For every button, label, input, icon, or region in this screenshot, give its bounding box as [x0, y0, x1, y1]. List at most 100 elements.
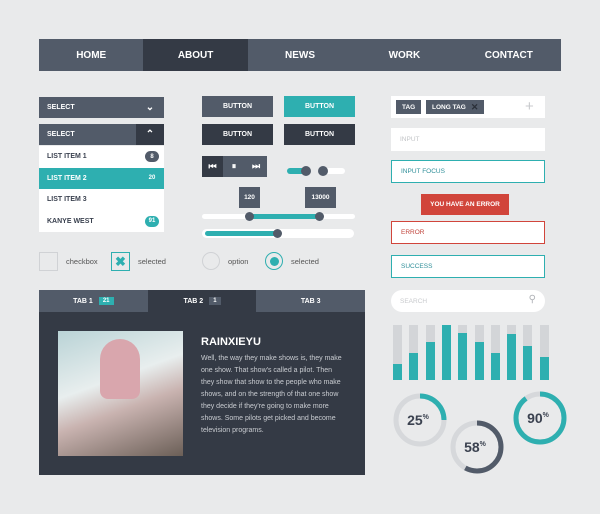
error-tooltip: YOU HAVE AN ERROR: [421, 194, 509, 215]
toggle-off[interactable]: [318, 166, 345, 176]
bar: [507, 325, 517, 380]
tab-label: TAB 1: [73, 297, 93, 305]
donut-label: 58%: [464, 439, 487, 455]
checkbox-checked[interactable]: ✖: [111, 252, 130, 271]
list-item-label: LIST ITEM 1: [47, 153, 87, 161]
bar: [474, 325, 484, 380]
tab-1[interactable]: TAB 1 21: [39, 290, 148, 312]
tab-badge: 21: [98, 297, 114, 305]
range-high-tooltip: 13000: [305, 187, 336, 208]
bar-fill: [409, 352, 419, 380]
nav-work[interactable]: WORK: [352, 39, 456, 71]
list-item[interactable]: KANYE WEST 91: [39, 211, 164, 233]
list-item-badge: 8: [145, 151, 159, 163]
input-error[interactable]: ERROR: [391, 221, 545, 244]
input-success[interactable]: SUCCESS: [391, 255, 545, 278]
nav-home[interactable]: HOME: [39, 39, 143, 71]
bar: [425, 325, 435, 380]
bar: [490, 325, 500, 380]
select-label: SELECT: [47, 104, 75, 111]
nav-news[interactable]: NEWS: [248, 39, 352, 71]
button-slate[interactable]: BUTTON: [202, 96, 273, 117]
tag[interactable]: TAG: [396, 100, 422, 114]
input-field[interactable]: INPUT: [391, 128, 545, 151]
search-placeholder: SEARCH: [400, 297, 428, 305]
tag[interactable]: LONG TAG ✕: [426, 100, 485, 114]
select-open[interactable]: SELECT ⌃: [39, 124, 164, 145]
search-icon[interactable]: ⚲: [529, 294, 536, 305]
list-item[interactable]: LIST ITEM 2 20: [39, 167, 164, 189]
tag-label: TAG: [402, 103, 416, 111]
tab-3[interactable]: TAB 3: [256, 290, 366, 312]
input-focus[interactable]: INPUT FOCUS: [391, 160, 545, 183]
progress-handle[interactable]: [273, 229, 282, 238]
toggle-on[interactable]: [287, 166, 311, 176]
select-closed[interactable]: SELECT ⌄: [39, 97, 164, 118]
bar: [393, 325, 402, 380]
button-dark[interactable]: BUTTON: [202, 124, 273, 145]
bar-fill: [441, 325, 451, 380]
add-icon[interactable]: +: [525, 98, 534, 115]
radio-selected[interactable]: [265, 252, 283, 270]
profile-image: [58, 331, 183, 456]
range-high-handle[interactable]: [315, 212, 324, 221]
previous-icon[interactable]: ⏮: [202, 156, 223, 177]
search-input[interactable]: SEARCH ⚲: [391, 290, 545, 312]
list-item[interactable]: LIST ITEM 3: [39, 189, 164, 211]
range-track: [202, 214, 355, 219]
x-check-icon: ✖: [115, 253, 126, 269]
portrait-figure: [100, 339, 140, 399]
checkbox-label: checkbox: [66, 257, 98, 266]
button-accent[interactable]: BUTTON: [284, 96, 355, 117]
list-item-badge: 20: [148, 175, 156, 182]
checkbox[interactable]: [39, 252, 58, 271]
profile-text: Well, the way they make shows is, they m…: [201, 355, 342, 434]
range-low-handle[interactable]: [245, 212, 254, 221]
list-item-badge: 91: [145, 215, 159, 227]
chevron-down-icon: ⌄: [145, 102, 155, 113]
profile-name: RAINXIEYU: [201, 336, 261, 348]
range-low-tooltip: 120: [239, 187, 260, 208]
bar-fill: [507, 334, 517, 380]
next-icon[interactable]: ⏭: [245, 156, 267, 177]
donut-chart: 25%: [393, 393, 447, 447]
radio[interactable]: [202, 252, 220, 270]
nav-about[interactable]: ABOUT: [143, 39, 248, 71]
bar: [523, 325, 533, 380]
checkbox-selected-label: selected: [138, 257, 166, 266]
bar: [458, 325, 468, 380]
progress-fill: [205, 231, 278, 236]
list-item-label: LIST ITEM 2: [47, 174, 87, 182]
tab-2[interactable]: TAB 2 1: [147, 290, 257, 312]
bar-fill: [458, 332, 468, 380]
bar-fill: [539, 356, 549, 380]
bar-fill: [425, 341, 435, 380]
nav-contact[interactable]: CONTACT: [457, 39, 561, 71]
button-dark-2[interactable]: BUTTON: [284, 124, 355, 145]
bar-fill: [393, 363, 402, 380]
donut-label: 25%: [407, 412, 430, 428]
list-item-label: LIST ITEM 3: [47, 196, 87, 204]
tab-badge: 1: [209, 297, 221, 305]
list-item[interactable]: LIST ITEM 1 8: [39, 146, 164, 168]
bar: [539, 325, 549, 380]
close-icon[interactable]: ✕: [471, 102, 479, 113]
select-list: LIST ITEM 1 8 LIST ITEM 2 20 LIST ITEM 3 K…: [39, 146, 164, 232]
tag-label: LONG TAG: [432, 103, 466, 111]
radio-selected-label: selected: [291, 257, 319, 266]
bar: [409, 325, 419, 380]
progress-slider: [202, 229, 354, 238]
list-item-label: KANYE WEST: [47, 217, 94, 225]
pause-icon[interactable]: ⏸: [223, 156, 245, 177]
main-nav: HOME ABOUT NEWS WORK CONTACT: [39, 39, 561, 71]
media-controls: ⏮ ⏸ ⏭: [202, 156, 267, 177]
tab-panel: TAB 1 21 TAB 2 1 TAB 3 RAINXIEYU Well, the…: [39, 290, 366, 475]
bar: [441, 325, 451, 380]
radio-label: option: [228, 257, 249, 266]
donut-chart: 90%: [513, 391, 567, 445]
donut-label: 90%: [527, 410, 550, 426]
select-label: SELECT: [47, 131, 75, 138]
bar-fill: [474, 341, 484, 380]
tab-label: TAB 2: [183, 297, 204, 305]
bar-fill: [490, 352, 500, 380]
